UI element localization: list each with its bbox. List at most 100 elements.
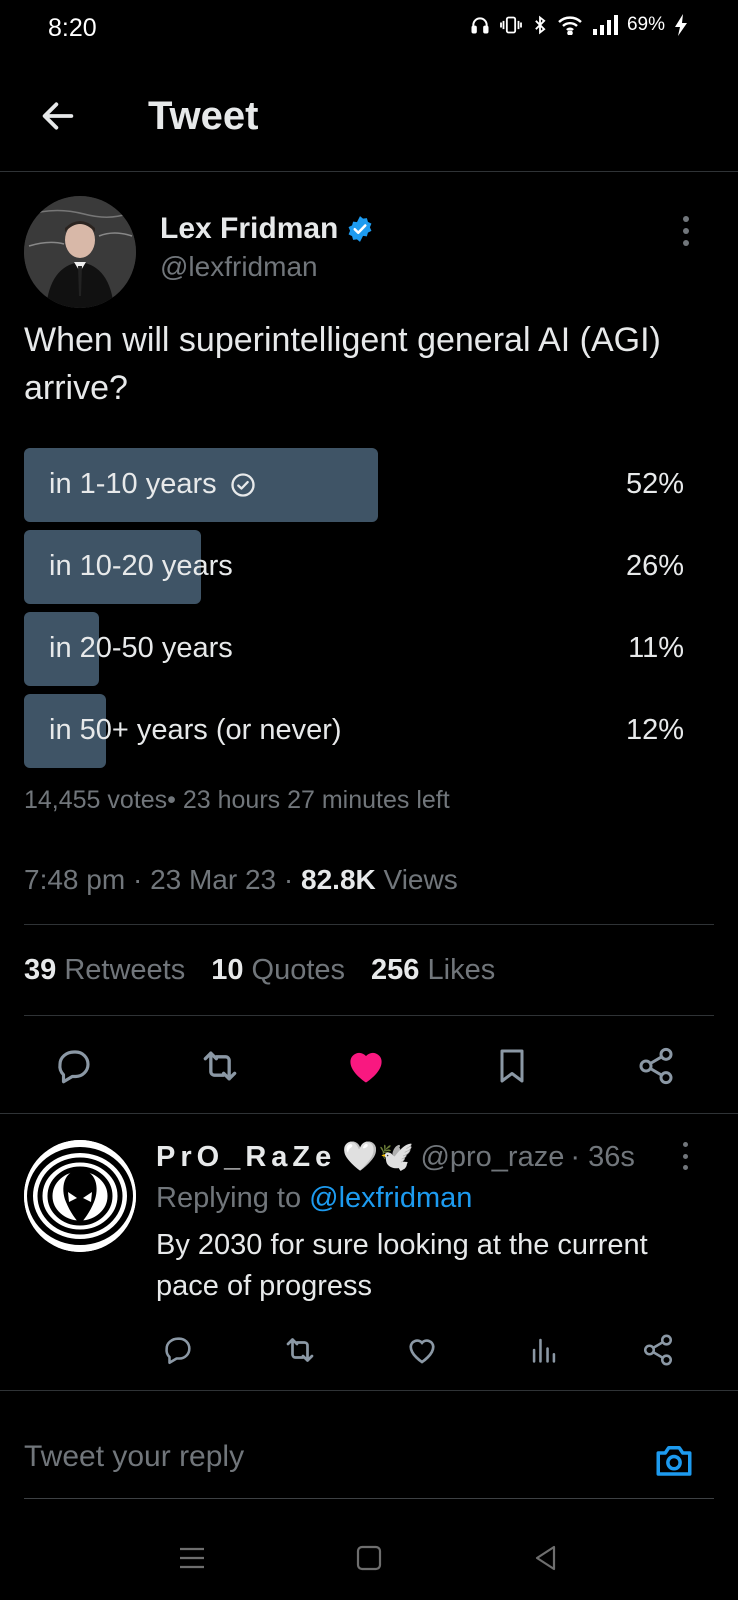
arrow-left-icon (42, 102, 74, 130)
status-icons: 69% (470, 14, 688, 36)
reply-header: PrO_RaZe 🤍🕊️ @pro_raze · 36s (156, 1140, 635, 1174)
check-circle-icon (230, 472, 255, 497)
author-name[interactable]: Lex Fridman (160, 212, 374, 246)
likes-count: 256 (371, 954, 420, 986)
verified-badge-icon (348, 216, 372, 242)
quotes-stat[interactable]: 10 Quotes (211, 954, 345, 987)
system-navigation-bar (0, 1520, 738, 1600)
camera-button[interactable] (650, 1436, 698, 1484)
wifi-icon (558, 16, 582, 35)
menu-icon (180, 1547, 204, 1569)
analytics-icon (532, 1338, 556, 1363)
separator: · (132, 864, 151, 895)
poll-meta: 14,455 votes• 23 hours 27 minutes left (24, 786, 450, 814)
poll-option-label: in 20-50 years (49, 632, 233, 664)
divider (24, 1015, 714, 1016)
tweet-date: 23 Mar 23 (150, 864, 277, 895)
poll-option: in 50+ years (or never) 12% (24, 694, 684, 768)
reply-more-options-button[interactable] (676, 1142, 694, 1170)
page-title: Tweet (148, 94, 259, 138)
reply-name-emojis: 🤍🕊️ (342, 1141, 415, 1173)
reply-retweet-button[interactable] (280, 1330, 320, 1370)
reply-composer-input[interactable]: Tweet your reply (24, 1440, 244, 1474)
poll-option-label: in 50+ years (or never) (49, 714, 342, 746)
reply-share-button[interactable] (638, 1330, 678, 1370)
divider (24, 924, 714, 925)
poll-option-label: in 10-20 years (49, 550, 233, 582)
camera-icon (656, 1446, 692, 1476)
poll-option: in 10-20 years 26% (24, 530, 684, 604)
triangle-back-icon (535, 1545, 556, 1571)
dot-icon (683, 216, 689, 222)
reply-actions (158, 1330, 698, 1374)
replying-to: Replying to @lexfridman (156, 1182, 472, 1215)
signal-icon (592, 15, 618, 35)
share-button[interactable] (630, 1040, 682, 1092)
bluetooth-icon (535, 15, 546, 35)
reply-icon (58, 1050, 90, 1084)
author-handle[interactable]: @lexfridman (160, 251, 318, 283)
reply-icon (165, 1337, 191, 1365)
more-options-button[interactable] (676, 216, 696, 246)
poll-option-percent: 11% (628, 632, 684, 664)
poll-option-percent: 52% (625, 468, 684, 500)
heart-icon (409, 1339, 435, 1364)
retweets-stat[interactable]: 39 Retweets (24, 954, 185, 987)
share-icon (643, 1334, 673, 1366)
system-back-button[interactable] (526, 1538, 566, 1578)
bookmark-button[interactable] (486, 1040, 538, 1092)
views-label[interactable]: Views (384, 864, 458, 895)
headphones-icon (471, 17, 489, 34)
avatar-image (24, 1140, 136, 1252)
poll-option-percent: 26% (625, 550, 684, 582)
poll: in 1-10 years 52% in 10-20 years 26% in … (24, 448, 684, 776)
battery-charging-icon (675, 14, 687, 36)
retweet-button[interactable] (194, 1040, 246, 1092)
author-avatar[interactable] (24, 196, 136, 308)
dot-icon (683, 228, 689, 234)
quotes-label: Quotes (251, 954, 346, 986)
reply-views-button[interactable] (524, 1330, 564, 1370)
poll-option-text: in 1-10 years (49, 468, 217, 500)
reply-author-name[interactable]: PrO_RaZe (156, 1141, 336, 1174)
tweet-text: When will superintelligent general AI (A… (24, 321, 661, 407)
reply-button[interactable] (48, 1040, 100, 1092)
engagement-stats: 39 Retweets 10 Quotes 256 Likes (24, 954, 495, 987)
reply-author-handle[interactable]: @pro_raze (420, 1141, 564, 1174)
recents-button[interactable] (172, 1538, 212, 1578)
tweet-actions (40, 1040, 700, 1092)
likes-label: Likes (427, 954, 496, 986)
dot-icon (682, 1153, 688, 1159)
reply-avatar[interactable] (24, 1140, 136, 1252)
home-button[interactable] (349, 1538, 389, 1578)
views-count[interactable]: 82.8K (301, 864, 376, 895)
square-icon (356, 1545, 382, 1571)
reply-time: · 36s (570, 1140, 635, 1173)
share-icon (639, 1047, 673, 1085)
retweet-icon (203, 1051, 237, 1081)
divider (0, 1390, 738, 1391)
status-time: 8:20 (48, 14, 97, 42)
divider (0, 1113, 738, 1114)
tweet-timestamp: 7:48 pm · 23 Mar 23 · 82.8K Views (24, 864, 458, 896)
reply-reply-button[interactable] (158, 1330, 198, 1370)
reply-like-button[interactable] (402, 1330, 442, 1370)
poll-option: in 20-50 years 11% (24, 612, 684, 686)
quotes-count: 10 (211, 954, 244, 986)
retweets-label: Retweets (64, 954, 186, 986)
separator: · (283, 864, 302, 895)
poll-option-percent: 12% (625, 714, 684, 746)
poll-option: in 1-10 years 52% (24, 448, 684, 522)
replying-to-link[interactable]: @lexfridman (309, 1182, 472, 1214)
replying-prefix: Replying to (156, 1182, 302, 1214)
top-app-bar: Tweet (0, 72, 738, 172)
vibrate-icon (500, 16, 522, 34)
retweet-icon (286, 1338, 314, 1362)
dot-icon (682, 1142, 688, 1147)
dot-icon (682, 1165, 688, 1170)
author-name-text: Lex Fridman (160, 212, 339, 245)
like-button[interactable] (340, 1040, 392, 1092)
poll-option-label: in 1-10 years (49, 468, 257, 501)
back-button[interactable] (34, 92, 82, 140)
likes-stat[interactable]: 256 Likes (371, 954, 495, 987)
